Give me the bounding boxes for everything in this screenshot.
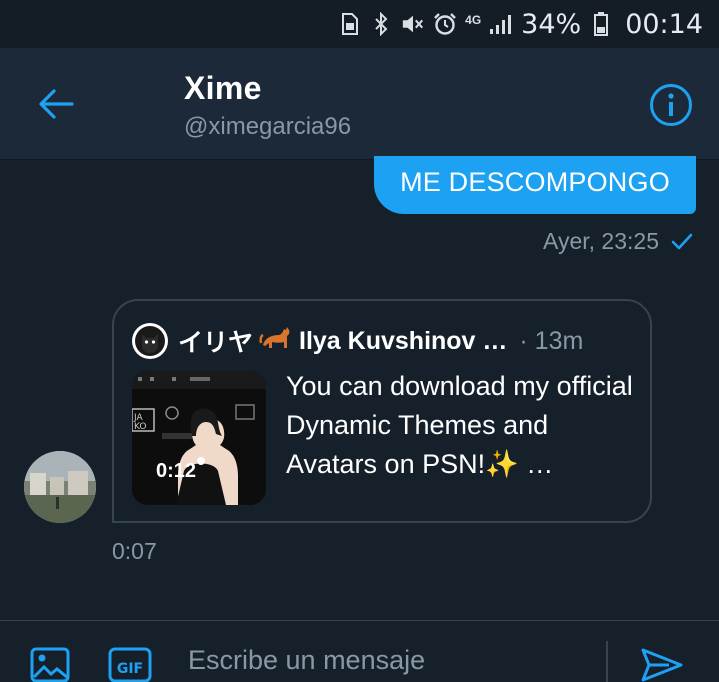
sent-message-text: ME DESCOMPONGO — [400, 166, 670, 197]
tweet-author-name: Ilya Kuvshinov … — [299, 326, 508, 355]
tweet-author-avatar — [132, 323, 168, 359]
clock: 00:14 — [625, 8, 703, 40]
signal-icon — [489, 12, 513, 36]
svg-text:GIF: GIF — [117, 661, 143, 677]
battery-level: 34% — [521, 8, 582, 40]
back-arrow-icon — [39, 89, 74, 119]
sent-message-meta: Ayer, 23:25 — [543, 228, 693, 255]
back-button[interactable] — [34, 84, 78, 124]
bluetooth-icon — [369, 12, 393, 36]
battery-icon — [589, 12, 613, 36]
composer-divider — [606, 641, 608, 682]
tweet-timestamp: · 13m — [519, 326, 584, 355]
info-button[interactable] — [649, 83, 693, 127]
add-gif-button[interactable]: GIF — [108, 647, 152, 682]
tweet-text: You can download my official Dynamic The… — [286, 371, 633, 479]
network-type: 4G — [465, 13, 482, 27]
cat-emoji-icon — [259, 323, 293, 360]
video-duration: 0:12 — [156, 460, 197, 482]
sent-message-time: Ayer, 23:25 — [543, 228, 659, 254]
tweet-video-thumbnail[interactable]: JA KO 0:12 — [132, 371, 266, 505]
contact-avatar[interactable] — [24, 451, 96, 523]
conversation-header: Xime @ximegarcia96 — [0, 48, 719, 160]
message-composer: GIF Escribe un mensaje — [0, 620, 719, 682]
svg-text:KO: KO — [134, 422, 147, 432]
sent-message-bubble[interactable]: ME DESCOMPONGO — [374, 156, 696, 214]
status-bar: 4G 34% 00:14 — [0, 0, 719, 48]
contact-handle: @ximegarcia96 — [184, 113, 352, 140]
info-icon — [650, 84, 692, 126]
sim-icon — [337, 12, 361, 36]
mute-icon — [401, 12, 425, 36]
tweet-author-japanese: イリヤ — [178, 329, 254, 357]
read-check-icon — [671, 233, 693, 249]
add-image-button[interactable] — [30, 647, 70, 682]
received-message-time: 0:07 — [112, 538, 157, 564]
tweet-author-row: イリヤ Ilya Kuvshinov … · 13m — [132, 323, 630, 359]
shared-tweet-card[interactable]: イリヤ Ilya Kuvshinov … · 13m JA KO 0:12 Yo… — [112, 299, 652, 523]
contact-name: Xime — [184, 70, 262, 106]
send-button[interactable] — [640, 647, 684, 682]
image-icon — [30, 647, 70, 682]
alarm-icon — [433, 12, 457, 36]
send-icon — [641, 648, 683, 682]
gif-icon: GIF — [108, 647, 152, 682]
message-input[interactable]: Escribe un mensaje — [188, 645, 425, 676]
